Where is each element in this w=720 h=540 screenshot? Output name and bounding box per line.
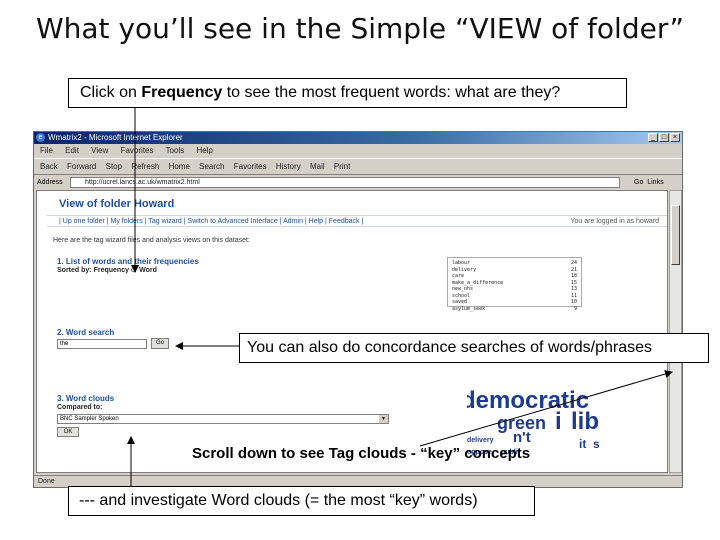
forward-button[interactable]: Forward [67,159,96,175]
callout-frequency-pre: Click on [80,84,142,101]
callout-frequency-post: to see the most frequent words: what are… [222,84,561,101]
section-word-frequencies: 1. List of words and their frequencies [57,257,199,266]
section-word-clouds: 3. Word clouds [57,394,115,403]
cloud-word: n't [513,429,531,446]
compare-corpus-value: BNC Sampler Spoken [60,416,119,422]
cloud-word: lib [571,408,599,435]
history-button[interactable]: History [276,159,301,175]
slide-title: What you’ll see in the Simple “VIEW of f… [35,12,685,45]
menu-help[interactable]: Help [197,146,213,155]
favorites-button[interactable]: Favorites [234,159,267,175]
cloud-word: delivery [467,437,494,444]
stop-button[interactable]: Stop [106,159,122,175]
menu-favorites[interactable]: Favorites [121,146,154,155]
compare-corpus-select[interactable]: BNC Sampler Spoken ▼ [57,414,389,424]
frequency-list: labour 24 delivery 21 care 18 make_a_differenc… [447,257,582,312]
section-word-search: 2. Word search [57,328,115,337]
menu-bar: File Edit View Favorites Tools Help [34,145,682,157]
scrollbar-thumb[interactable] [671,205,680,265]
page-title: View of folder Howard [59,198,175,210]
mail-button[interactable]: Mail [310,159,325,175]
status-text: Done [38,478,55,485]
maximize-icon[interactable]: □ [659,133,669,142]
refresh-button[interactable]: Refresh [131,159,159,175]
folder-nav: | Up one folder | My folders | Tag wizar… [47,215,667,227]
menu-tools[interactable]: Tools [166,146,185,155]
address-label: Address [37,179,63,186]
cloud-word: i [555,408,562,435]
menu-file[interactable]: File [40,146,53,155]
search-button[interactable]: Search [199,159,224,175]
callout-frequency: Click on Frequency to see the most frequ… [68,78,627,108]
back-button[interactable]: Back [40,159,58,175]
callout-word-clouds: --- and investigate Word clouds (= the m… [68,486,535,516]
minimize-icon[interactable]: _ [648,133,658,142]
frequency-word[interactable]: asylum_seek [452,306,485,313]
go-button[interactable]: Go Links [634,177,664,188]
menu-edit[interactable]: Edit [65,146,79,155]
folder-nav-links[interactable]: | Up one folder | My folders | Tag wizar… [59,218,363,225]
intro-text: Here are the tag wizard files and analys… [53,237,250,244]
browser-toolbar: Back Forward Stop Refresh Home Search Fa… [34,158,682,175]
cloud-word: it [579,437,587,451]
menu-view[interactable]: View [91,146,108,155]
close-icon[interactable]: × [670,133,680,142]
word-search-button[interactable]: Go [151,338,169,349]
callout-tag-clouds: Scroll down to see Tag clouds - “key” co… [192,445,531,462]
frequency-list-row: asylum_seek 9 [452,306,577,313]
cloud-word: s [593,437,600,451]
compared-to-label: Compared to: [57,404,103,411]
internet-explorer-icon: e [36,133,45,142]
print-button[interactable]: Print [334,159,350,175]
home-button[interactable]: Home [169,159,190,175]
sort-or-text: or [130,267,138,274]
address-bar: Address http://ucrel.lancs.ac.uk/wmatrix… [34,176,682,189]
links-label[interactable]: Links [647,179,663,186]
callout-frequency-bold: Frequency [141,84,223,101]
sort-word-link[interactable]: Word [139,267,157,274]
callout-concordance: You can also do concordance searches of … [239,333,709,363]
vertical-scrollbar[interactable] [669,190,682,473]
page-content: View of folder Howard | Up one folder | … [36,190,668,473]
browser-window: e Wmatrix2 - Microsoft Internet Explorer… [33,131,683,488]
logged-in-status: You are logged in as howard [570,218,659,225]
browser-window-title: Wmatrix2 - Microsoft Internet Explorer [48,133,183,142]
frequency-count: 9 [573,305,577,312]
sort-frequency-link[interactable]: Frequency [94,267,129,274]
address-input[interactable]: http://ucrel.lancs.ac.uk/wmatrix2.html [70,177,620,188]
browser-titlebar: e Wmatrix2 - Microsoft Internet Explorer… [34,132,682,144]
go-label: Go [634,179,644,186]
sorted-by-label: Sorted by: [57,267,92,274]
word-search-input[interactable]: the [57,339,147,349]
word-cloud-ok-button[interactable]: OK [57,427,79,437]
chevron-down-icon[interactable]: ▼ [379,415,388,423]
sort-options: Sorted by: Frequency or Word [57,267,157,274]
